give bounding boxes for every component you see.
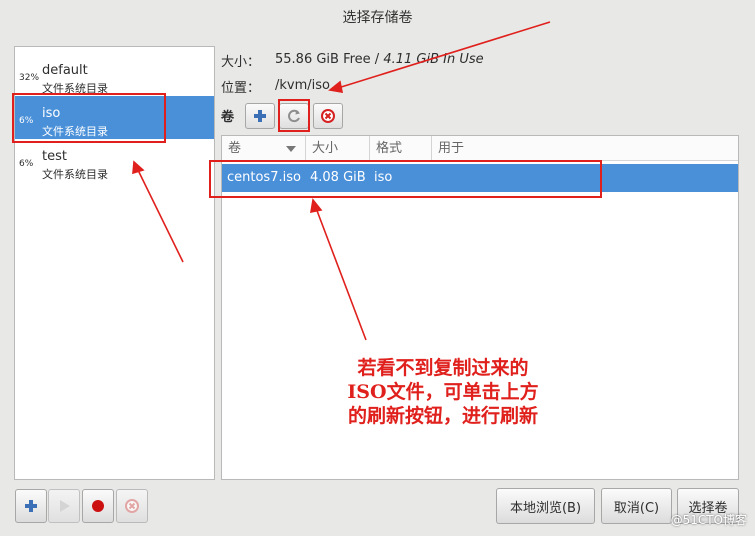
column-header-volume[interactable]: 卷 [222, 136, 306, 161]
dialog-title: 选择存储卷 [342, 10, 413, 26]
column-header-size[interactable]: 大小 [306, 136, 370, 161]
annotation-note: 若看不到复制过来的 ISO文件，可单击上方 的刷新按钮，进行刷新 [312, 356, 574, 428]
annotation-box-refresh [278, 99, 310, 132]
start-pool-button[interactable] [48, 489, 80, 523]
delete-icon [125, 499, 139, 513]
size-value: 55.86 GiB Free / 4.11 GiB In Use [275, 52, 484, 67]
browse-local-button[interactable]: 本地浏览(B) [496, 488, 595, 524]
size-label: 大小： [221, 55, 261, 70]
add-pool-button[interactable] [15, 489, 47, 523]
annotation-box-volume [209, 160, 602, 198]
volumes-label: 卷 [221, 110, 235, 125]
column-header-used-by[interactable]: 用于 [432, 136, 738, 161]
size-free: 55.86 GiB Free / [275, 52, 380, 67]
play-icon [60, 500, 70, 512]
pool-item-default[interactable]: 32% default 文件系统目录 [15, 53, 214, 96]
annotation-box-pool [12, 93, 166, 143]
location-value: /kvm/iso [275, 78, 330, 93]
add-volume-button[interactable] [245, 103, 275, 129]
pool-usage-percent: 32% [19, 73, 40, 83]
plus-icon [25, 500, 37, 512]
cancel-button[interactable]: 取消(C) [601, 488, 672, 524]
annotation-line: 的刷新按钮，进行刷新 [347, 405, 538, 427]
annotation-arrowhead [328, 80, 344, 93]
plus-icon [254, 110, 266, 122]
pool-usage-percent: 6% [19, 159, 34, 169]
pool-name: test [42, 149, 67, 164]
pool-type: 文件系统目录 [42, 168, 108, 181]
delete-pool-button[interactable] [116, 489, 148, 523]
delete-volume-button[interactable] [313, 103, 343, 129]
pool-name: default [42, 63, 88, 78]
size-inuse: 4.11 GiB In Use [383, 52, 484, 67]
pool-item-test[interactable]: 6% test 文件系统目录 [15, 139, 214, 182]
annotation-line: 若看不到复制过来的 [357, 357, 529, 379]
watermark: @51CTO博客 [670, 513, 747, 527]
location-label: 位置： [221, 81, 261, 96]
delete-icon [321, 109, 335, 123]
column-header-format[interactable]: 格式 [370, 136, 432, 161]
stop-pool-button[interactable] [82, 489, 114, 523]
annotation-line: ISO文件，可单击上方 [347, 381, 539, 403]
sort-down-icon [286, 146, 296, 152]
stop-record-icon [92, 500, 104, 512]
